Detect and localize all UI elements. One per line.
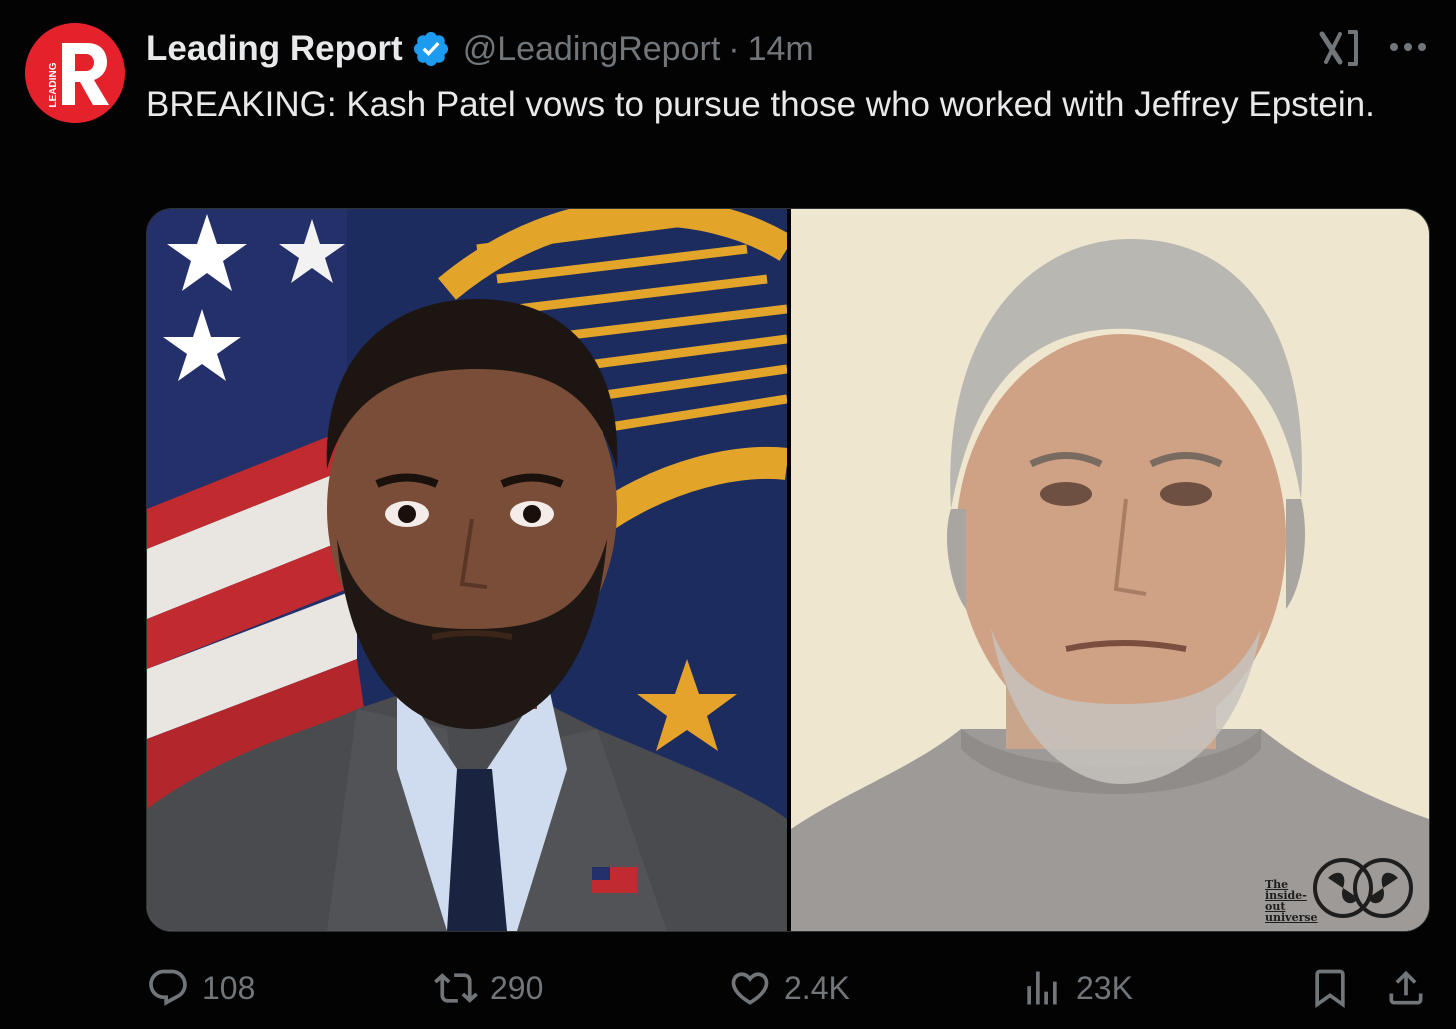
grok-icon[interactable] — [1318, 28, 1362, 68]
bookmark-button[interactable] — [1308, 960, 1364, 1016]
repost-button[interactable]: 290 — [434, 960, 543, 1016]
views-icon — [1027, 971, 1057, 1005]
views-count: 23K — [1076, 969, 1133, 1006]
tweet-media[interactable]: The inside-out universe — [146, 208, 1430, 932]
bookmark-icon — [1315, 969, 1345, 1009]
watermark: The inside-out universe — [1265, 853, 1413, 923]
tweet-header: Leading Report @LeadingReport · 14m — [146, 26, 814, 72]
separator: · — [728, 29, 740, 68]
display-name[interactable]: Leading Report — [146, 29, 403, 69]
avatar[interactable]: LEADING — [25, 23, 125, 123]
like-count: 2.4K — [784, 969, 850, 1006]
share-icon — [1389, 970, 1423, 1005]
verified-badge-icon[interactable] — [411, 29, 451, 69]
like-button[interactable]: 2.4K — [728, 960, 850, 1016]
leading-report-logo: LEADING — [25, 23, 125, 123]
watermark-text: The inside-out universe — [1265, 878, 1318, 924]
watermark-logo-icon — [1313, 858, 1413, 918]
reply-icon — [149, 969, 187, 1006]
action-bar: 108 290 2.4K 23K — [146, 960, 1436, 1016]
reply-count: 108 — [202, 969, 256, 1006]
share-button[interactable] — [1384, 960, 1440, 1016]
reply-button[interactable]: 108 — [146, 960, 255, 1016]
repost-count: 290 — [490, 969, 544, 1006]
handle[interactable]: @LeadingReport — [463, 30, 721, 69]
timestamp[interactable]: 14m — [748, 30, 814, 69]
photo-left-portrait[interactable] — [147, 209, 787, 931]
views-button[interactable]: 23K — [1020, 960, 1133, 1016]
heart-icon — [731, 972, 769, 1005]
repost-icon — [434, 973, 478, 1003]
photo-right-portrait[interactable]: The inside-out universe — [791, 209, 1429, 931]
tweet-text: BREAKING: Kash Patel vows to pursue thos… — [146, 85, 1375, 124]
more-icon[interactable] — [1388, 40, 1428, 54]
avatar-side-text: LEADING — [48, 62, 59, 107]
